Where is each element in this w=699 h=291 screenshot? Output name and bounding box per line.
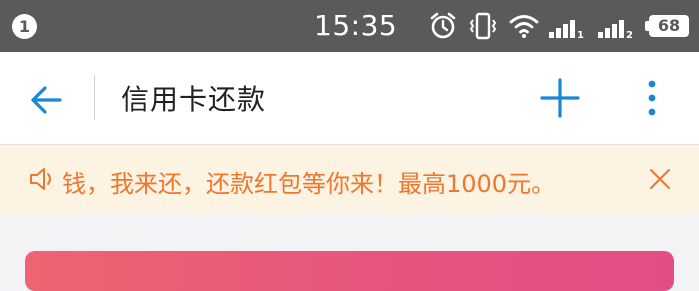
wifi-icon: [509, 15, 539, 38]
close-icon[interactable]: [648, 167, 672, 191]
battery-level: 68: [657, 16, 681, 35]
speaker-icon: [30, 168, 51, 190]
banner-message: 钱，我来还，还款红包等你来！最高1000元。: [62, 170, 556, 198]
app-bar-divider: [94, 75, 95, 120]
more-options-icon[interactable]: [636, 76, 668, 120]
battery-icon: 68: [645, 15, 689, 37]
signal-icon: 2: [598, 20, 633, 40]
status-clock: 15:35: [314, 9, 398, 42]
back-arrow-icon[interactable]: [26, 78, 70, 122]
alarm-icon: [430, 12, 456, 39]
svg-text:1: 1: [577, 30, 584, 40]
add-icon[interactable]: [538, 76, 582, 120]
status-bar: 1 15:35 1 2 68: [0, 0, 699, 52]
vibrate-icon: [469, 12, 497, 40]
promo-banner[interactable]: 钱，我来还，还款红包等你来！最高1000元。: [0, 145, 699, 213]
notification-count-badge: 1: [12, 14, 37, 39]
svg-text:2: 2: [626, 30, 633, 40]
signal-icon: 1: [549, 20, 584, 40]
page-title: 信用卡还款: [121, 83, 267, 116]
credit-card-panel[interactable]: [25, 251, 674, 291]
app-bar: 信用卡还款: [0, 52, 699, 145]
